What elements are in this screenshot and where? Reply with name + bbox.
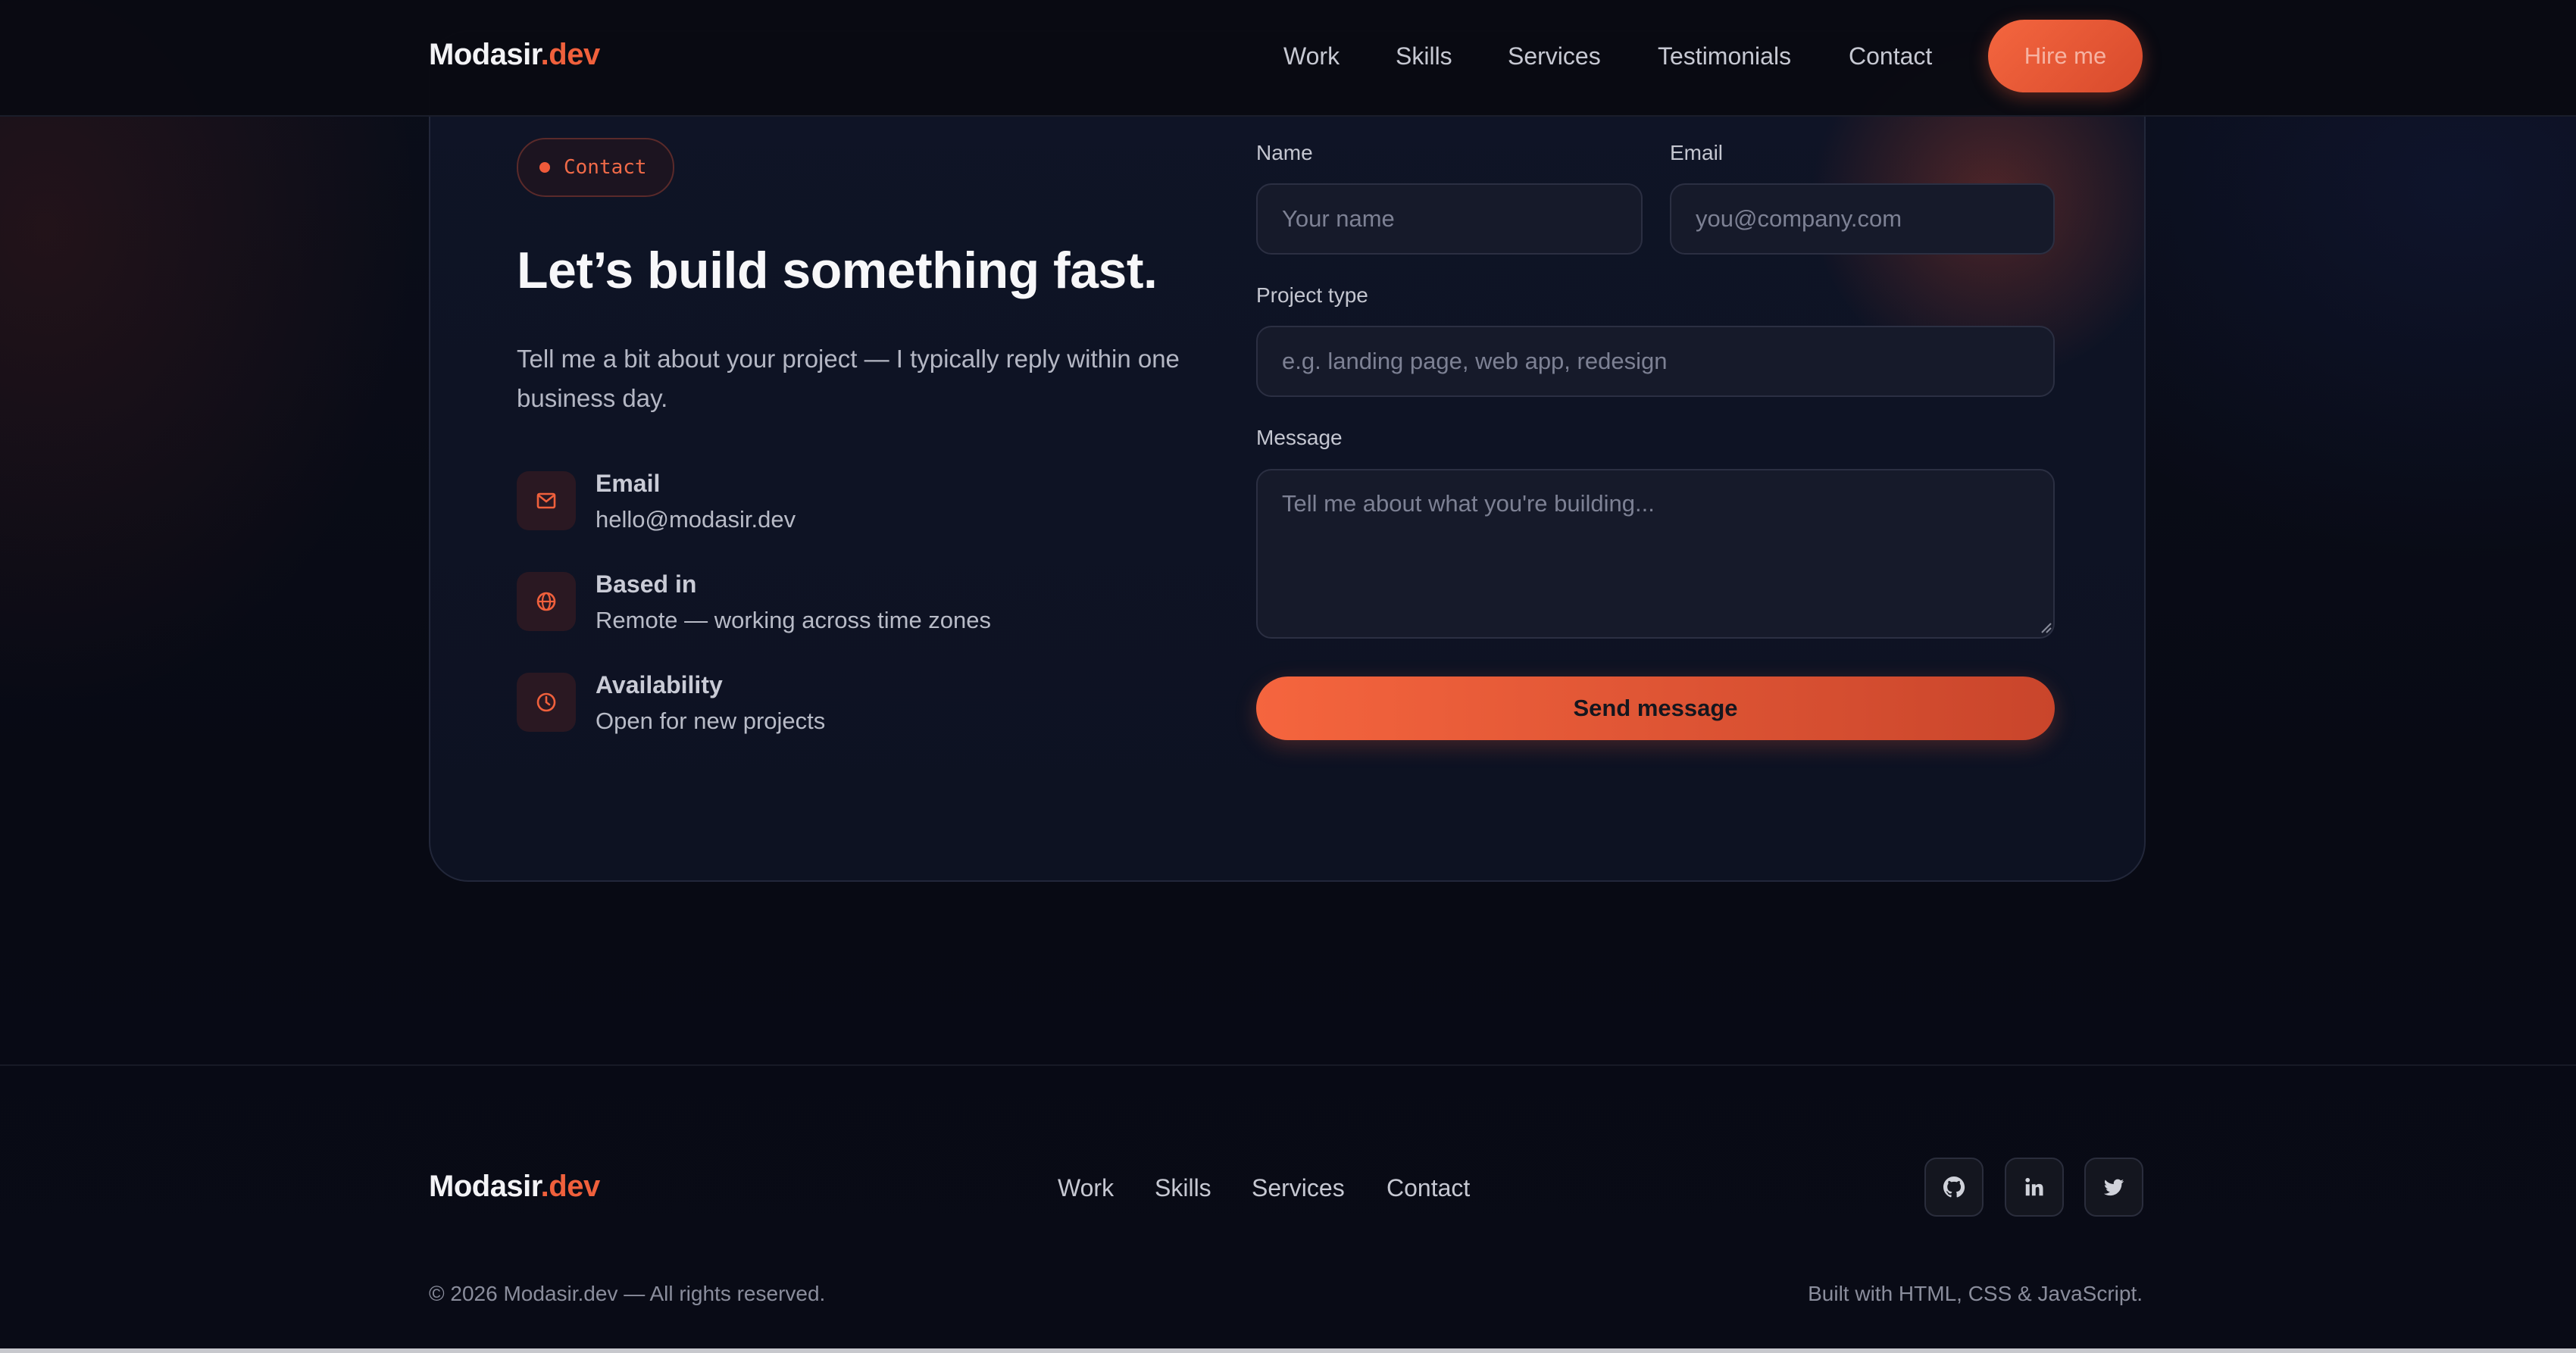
info-email-value: hello@modasir.dev [596,506,796,533]
project-type-input[interactable] [1256,326,2055,397]
linkedin-icon[interactable] [2005,1158,2064,1217]
email-input[interactable] [1670,183,2055,255]
top-nav: Modasir.dev Work Skills Services Testimo… [0,0,2576,117]
window-bottom-edge [0,1348,2576,1353]
resize-handle-icon[interactable] [2040,621,2052,633]
github-icon[interactable] [1924,1158,1984,1217]
footer-link-skills[interactable]: Skills [1155,1174,1211,1202]
nav-link-contact[interactable]: Contact [1849,42,1932,70]
footer-link-services[interactable]: Services [1252,1174,1345,1202]
clock-icon [517,673,576,732]
copyright-text: © 2026 Modasir.dev — All rights reserved… [429,1282,826,1305]
globe-icon [517,572,576,631]
nav-link-services[interactable]: Services [1508,42,1601,70]
hire-me-button[interactable]: Hire me [1988,20,2143,92]
built-with-text: Built with HTML, CSS & JavaScript. [1808,1282,2143,1305]
badge-dot [539,162,550,173]
info-availability-value: Open for new projects [596,708,826,734]
footer-logo[interactable]: Modasir.dev [429,1170,600,1204]
message-textarea[interactable] [1256,469,2055,639]
info-email-label: Email [596,470,661,497]
info-location-label: Based in [596,570,697,598]
mail-icon [517,471,576,530]
message-label: Message [1256,426,1343,449]
contact-subtitle: Tell me a bit about your project — I typ… [517,345,1180,412]
brand-logo[interactable]: Modasir.dev [429,38,600,72]
footer-link-contact[interactable]: Contact [1386,1174,1470,1202]
contact-title: Let’s build something fast. [517,242,1158,299]
info-availability-label: Availability [596,671,723,698]
send-message-button[interactable]: Send message [1256,676,2055,740]
footer-link-work[interactable]: Work [1058,1174,1114,1202]
nav-link-work[interactable]: Work [1283,42,1340,70]
nav-link-testimonials[interactable]: Testimonials [1658,42,1791,70]
nav-link-skills[interactable]: Skills [1396,42,1452,70]
contact-badge: Contact [517,138,674,197]
project-type-label: Project type [1256,283,1368,307]
info-location-value: Remote — working across time zones [596,607,992,633]
name-input[interactable] [1256,183,1643,255]
name-label: Name [1256,141,1313,164]
footer-divider [0,1064,2576,1066]
twitter-icon[interactable] [2084,1158,2143,1217]
email-label: Email [1670,141,1724,164]
